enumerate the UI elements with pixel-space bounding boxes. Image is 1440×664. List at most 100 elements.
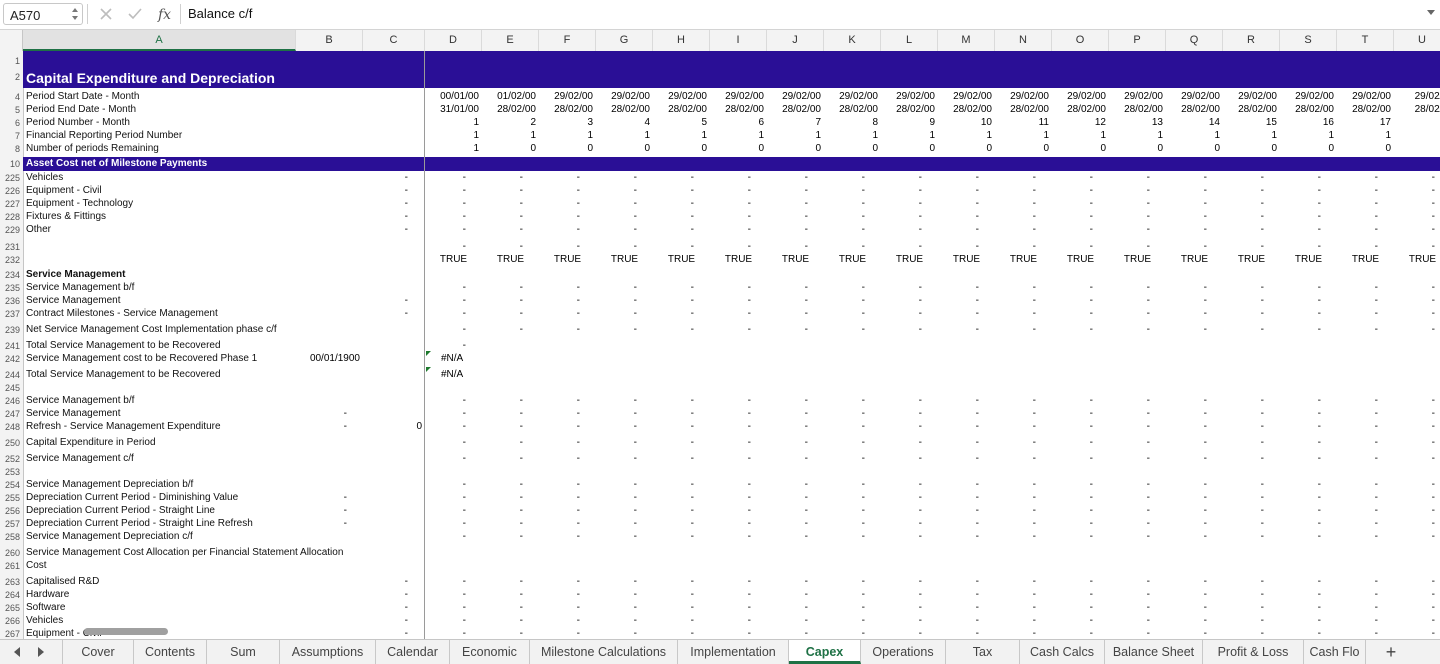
value-cell[interactable]: - (995, 198, 1036, 209)
period-cell[interactable]: 29/02/00 (1223, 91, 1277, 102)
value-cell[interactable]: - (1109, 395, 1150, 406)
period-cell[interactable]: 29/02/00 (824, 91, 878, 102)
value-cell[interactable]: - (539, 172, 580, 183)
sheet-tab-sum[interactable]: Sum (207, 640, 280, 664)
row-number[interactable]: 265 (0, 602, 23, 614)
value-cell[interactable]: - (881, 615, 922, 626)
value-cell[interactable]: - (1280, 224, 1321, 235)
value-cell[interactable]: - (1337, 492, 1378, 503)
value-cell[interactable]: - (1223, 395, 1264, 406)
value-cell[interactable]: - (710, 211, 751, 222)
column-header-m[interactable]: M (938, 30, 995, 51)
value-cell[interactable]: - (1337, 531, 1378, 542)
value-cell[interactable]: - (1052, 518, 1093, 529)
cell-b[interactable]: 00/01/1900 (296, 353, 360, 364)
value-cell[interactable]: - (596, 492, 637, 503)
value-cell[interactable]: - (596, 421, 637, 432)
period-cell[interactable]: 1 (1280, 130, 1334, 141)
period-cell[interactable]: 28/02/00 (1052, 104, 1106, 115)
period-cell[interactable]: 1 (653, 130, 707, 141)
value-cell[interactable]: - (881, 602, 922, 613)
value-cell[interactable]: - (539, 437, 580, 448)
period-cell[interactable]: 16 (1280, 117, 1334, 128)
value-cell[interactable]: - (767, 308, 808, 319)
period-cell[interactable]: 0 (824, 143, 878, 154)
value-cell[interactable]: - (425, 505, 466, 516)
period-cell[interactable]: 2 (482, 117, 536, 128)
value-cell[interactable]: - (425, 628, 466, 639)
value-cell[interactable]: - (1166, 308, 1207, 319)
value-cell[interactable]: - (425, 324, 466, 335)
value-cell[interactable]: - (596, 479, 637, 490)
column-header-s[interactable]: S (1280, 30, 1337, 51)
value-cell[interactable]: - (938, 421, 979, 432)
value-cell[interactable]: - (938, 505, 979, 516)
value-cell[interactable]: - (824, 479, 865, 490)
value-cell[interactable]: - (596, 408, 637, 419)
value-cell[interactable]: - (482, 421, 523, 432)
value-cell[interactable]: - (1394, 615, 1435, 626)
period-cell[interactable]: 28/02/00 (767, 104, 821, 115)
value-cell[interactable]: - (995, 505, 1036, 516)
value-cell[interactable]: - (824, 576, 865, 587)
row-number[interactable]: 225 (0, 172, 23, 184)
value-cell[interactable]: - (824, 518, 865, 529)
value-cell[interactable]: - (1280, 324, 1321, 335)
value-cell[interactable]: - (1052, 324, 1093, 335)
value-cell[interactable]: - (539, 211, 580, 222)
value-cell[interactable]: - (1394, 518, 1435, 529)
value-cell[interactable]: - (710, 602, 751, 613)
value-cell[interactable]: - (539, 615, 580, 626)
value-cell[interactable]: - (1109, 602, 1150, 613)
value-cell[interactable]: - (881, 282, 922, 293)
value-cell[interactable]: - (1280, 421, 1321, 432)
value-cell[interactable]: - (1052, 615, 1093, 626)
value-cell[interactable]: - (539, 628, 580, 639)
value-cell[interactable]: - (539, 241, 580, 252)
value-cell[interactable]: - (1109, 518, 1150, 529)
value-cell[interactable]: - (539, 453, 580, 464)
row-number[interactable]: 244 (0, 369, 23, 381)
value-cell[interactable]: - (539, 505, 580, 516)
period-cell[interactable]: 13 (1109, 117, 1163, 128)
value-cell[interactable]: - (938, 492, 979, 503)
value-cell[interactable]: - (1394, 198, 1435, 209)
column-header-o[interactable]: O (1052, 30, 1109, 51)
value-cell[interactable]: - (938, 185, 979, 196)
value-cell[interactable]: - (1337, 211, 1378, 222)
value-cell[interactable]: - (1166, 518, 1207, 529)
period-cell[interactable]: 6 (710, 117, 764, 128)
value-cell[interactable]: - (653, 589, 694, 600)
value-cell[interactable]: - (938, 395, 979, 406)
value-cell[interactable]: - (653, 505, 694, 516)
value-cell[interactable]: - (881, 408, 922, 419)
value-cell[interactable]: - (1394, 589, 1435, 600)
value-cell[interactable]: - (1109, 295, 1150, 306)
value-cell[interactable]: - (824, 198, 865, 209)
value-cell[interactable]: - (938, 479, 979, 490)
cell-c[interactable]: - (363, 295, 408, 306)
value-cell[interactable]: - (482, 589, 523, 600)
row-number[interactable]: 5 (0, 104, 23, 116)
value-cell[interactable]: TRUE (710, 254, 767, 265)
value-cell[interactable]: - (1394, 492, 1435, 503)
value-cell[interactable]: - (1109, 185, 1150, 196)
value-cell[interactable]: - (1280, 453, 1321, 464)
value-cell[interactable]: - (767, 185, 808, 196)
value-cell[interactable]: - (824, 395, 865, 406)
value-cell[interactable]: - (767, 172, 808, 183)
value-cell[interactable]: - (938, 308, 979, 319)
cell-c[interactable]: - (363, 628, 408, 639)
period-cell[interactable]: 4 (596, 117, 650, 128)
value-cell[interactable]: - (767, 628, 808, 639)
value-cell[interactable]: - (767, 198, 808, 209)
period-cell[interactable]: 8 (824, 117, 878, 128)
sheet-tab-balance-sheet[interactable]: Balance Sheet (1105, 640, 1203, 664)
value-cell[interactable]: - (596, 224, 637, 235)
value-cell[interactable]: - (938, 198, 979, 209)
period-cell[interactable]: 29/02/00 (1166, 91, 1220, 102)
value-cell[interactable]: - (881, 198, 922, 209)
value-cell[interactable]: TRUE (1337, 254, 1394, 265)
cell-b[interactable]: - (296, 518, 347, 529)
value-cell[interactable]: - (596, 211, 637, 222)
